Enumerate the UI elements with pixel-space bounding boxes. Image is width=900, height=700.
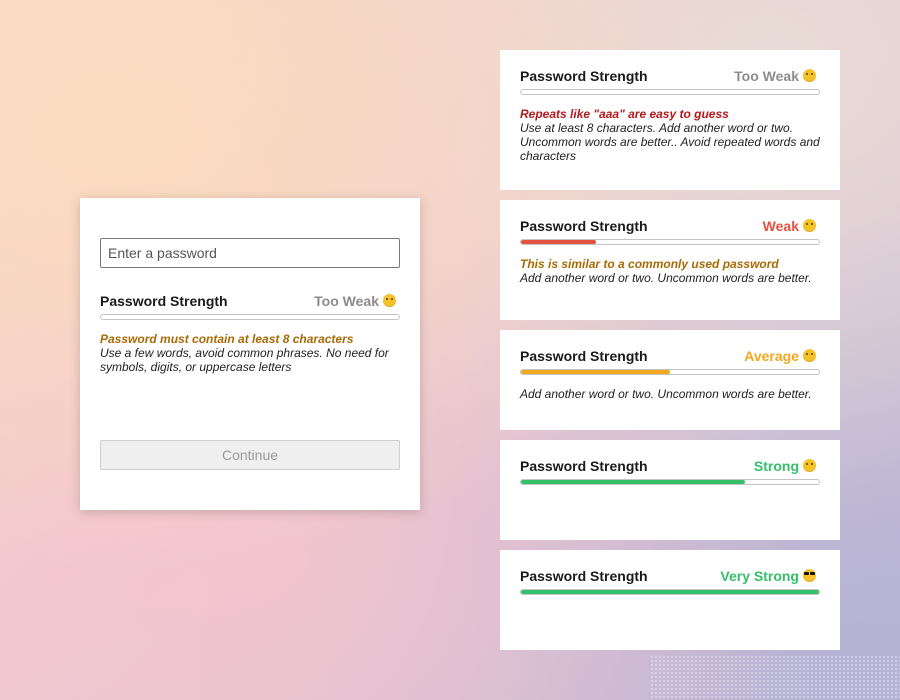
strength-warning: Password must contain at least 8 charact… xyxy=(100,332,354,346)
strength-level-text: Average xyxy=(744,348,816,364)
laughing-emoji-icon xyxy=(383,294,396,307)
laughing-emoji-icon xyxy=(803,69,816,82)
strength-suggestion: Use at least 8 characters. Add another w… xyxy=(520,121,820,163)
strength-header: Password Strength Very Strong xyxy=(520,568,820,588)
neutral-emoji-icon xyxy=(803,349,816,362)
strength-suggestion: Add another word or two. Uncommon words … xyxy=(520,387,812,401)
strength-level-text: Too Weak xyxy=(314,293,396,309)
frowning-emoji-icon xyxy=(803,219,816,232)
strength-meter xyxy=(520,369,820,375)
strength-card-average: Password Strength Average Add another wo… xyxy=(500,330,840,430)
strength-meter xyxy=(520,89,820,95)
strength-title: Password Strength xyxy=(520,568,648,584)
strength-level-text: Weak xyxy=(763,218,816,234)
strength-title: Password Strength xyxy=(100,293,228,309)
strength-suggestion: Use a few words, avoid common phrases. N… xyxy=(100,346,389,374)
strength-card-weak: Password Strength Weak This is similar t… xyxy=(500,200,840,320)
strength-meter-fill xyxy=(521,480,745,484)
strength-warning: This is similar to a commonly used passw… xyxy=(520,257,779,271)
strength-card-strong: Password Strength Strong xyxy=(500,440,840,540)
strength-title: Password Strength xyxy=(520,458,648,474)
strength-meter-fill xyxy=(521,590,819,594)
strength-card-very-strong: Password Strength Very Strong xyxy=(500,550,840,650)
strength-meter xyxy=(100,314,400,320)
strength-warning: Repeats like "aaa" are easy to guess xyxy=(520,107,729,121)
strength-level-text: Strong xyxy=(754,458,816,474)
password-input[interactable] xyxy=(100,238,400,268)
strength-meter-fill xyxy=(521,370,670,374)
strength-title: Password Strength xyxy=(520,218,648,234)
strength-title: Password Strength xyxy=(520,348,648,364)
strength-meter-fill xyxy=(521,240,596,244)
strength-meter xyxy=(520,239,820,245)
background-pattern xyxy=(650,655,900,700)
strength-level-text: Too Weak xyxy=(734,68,816,84)
sunglasses-emoji-icon xyxy=(803,569,816,582)
smiling-emoji-icon xyxy=(803,459,816,472)
strength-card-too-weak: Password Strength Too Weak Repeats like … xyxy=(500,50,840,190)
strength-header: Password Strength Strong xyxy=(520,458,820,478)
strength-header: Password Strength Weak xyxy=(520,218,820,238)
password-form-panel: Password Strength Too Weak Password must… xyxy=(80,198,420,510)
strength-meter xyxy=(520,589,820,595)
strength-title: Password Strength xyxy=(520,68,648,84)
strength-header: Password Strength Too Weak xyxy=(100,293,400,313)
strength-level-text: Very Strong xyxy=(720,568,816,584)
continue-button[interactable]: Continue xyxy=(100,440,400,470)
strength-suggestion: Add another word or two. Uncommon words … xyxy=(520,271,812,285)
strength-header: Password Strength Too Weak xyxy=(520,68,820,88)
strength-meter xyxy=(520,479,820,485)
strength-header: Password Strength Average xyxy=(520,348,820,368)
